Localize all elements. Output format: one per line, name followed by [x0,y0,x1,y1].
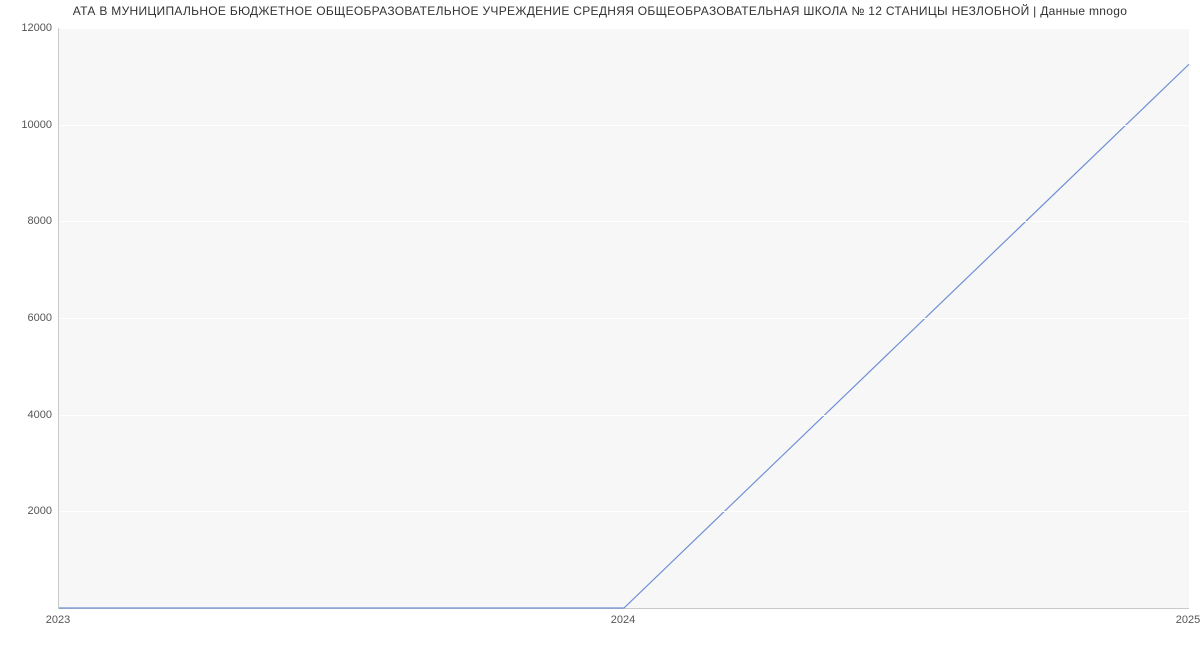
y-tick-label: 4000 [6,409,52,421]
y-tick-label: 6000 [6,312,52,324]
grid-line [59,221,1189,222]
x-tick-label: 2025 [1176,614,1200,626]
x-tick-label: 2023 [46,614,70,626]
grid-line [59,125,1189,126]
chart-title: АТА В МУНИЦИПАЛЬНОЕ БЮДЖЕТНОЕ ОБЩЕОБРАЗО… [0,4,1200,18]
grid-line [59,511,1189,512]
y-tick-label: 12000 [6,22,52,34]
grid-line [59,28,1189,29]
x-tick-label: 2024 [611,614,635,626]
grid-line [59,415,1189,416]
grid-line [59,318,1189,319]
y-tick-label: 10000 [6,119,52,131]
plot-area [58,28,1189,609]
series-line [59,64,1189,608]
y-tick-label: 2000 [6,505,52,517]
y-tick-label: 8000 [6,215,52,227]
